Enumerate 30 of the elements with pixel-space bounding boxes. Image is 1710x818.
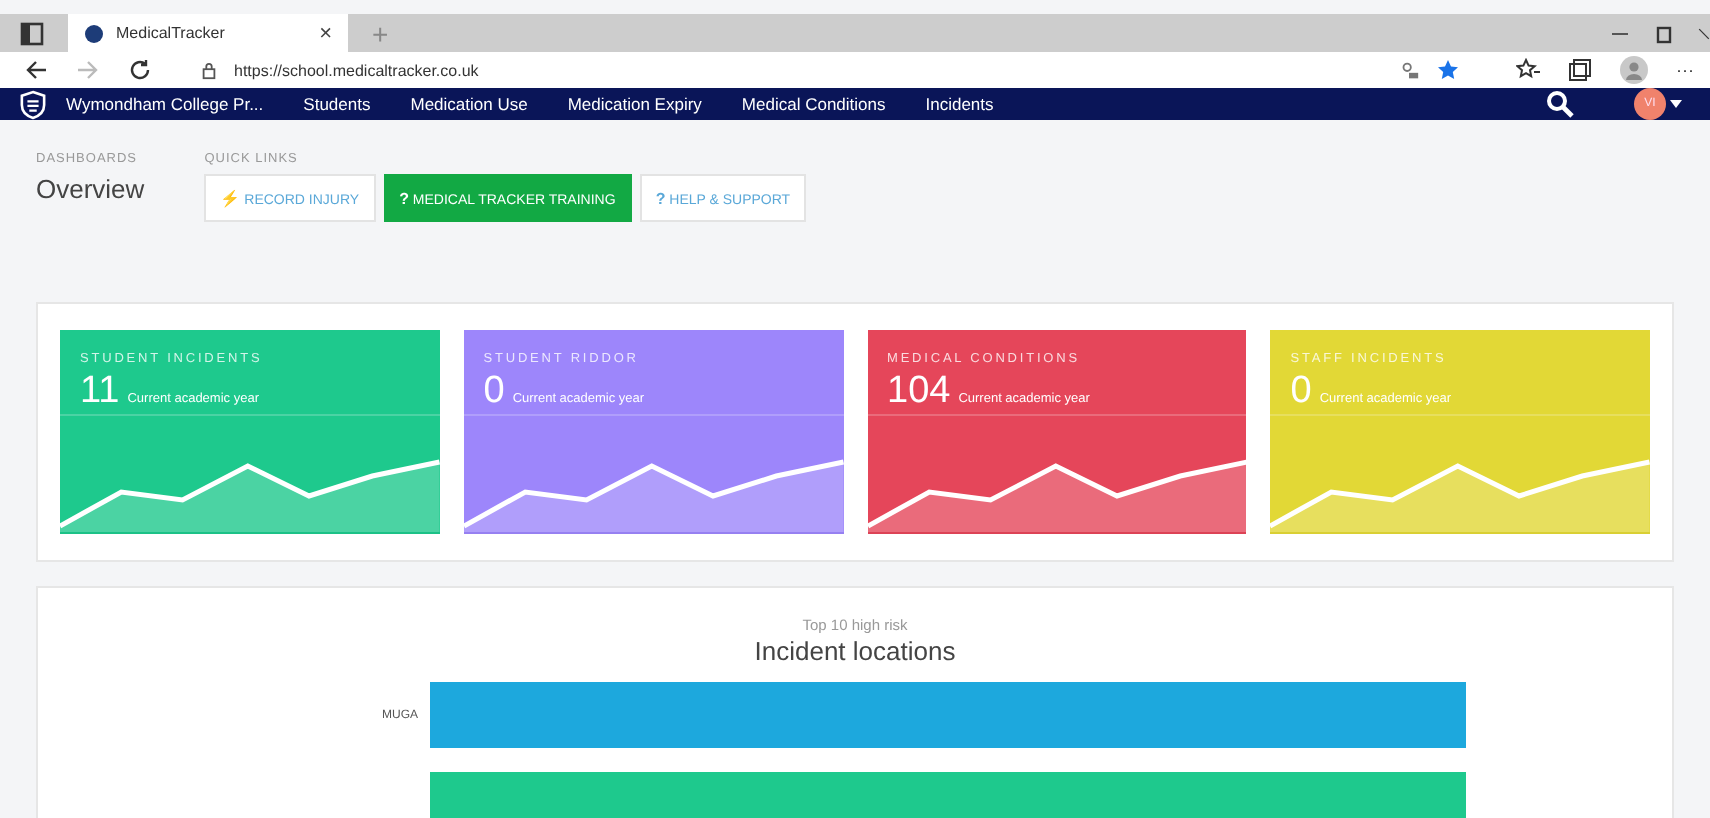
nav-link[interactable]: Students (303, 94, 371, 114)
caret-icon[interactable] (1670, 100, 1682, 108)
nav-link[interactable]: Incidents (925, 94, 994, 114)
star-icon[interactable] (1436, 58, 1460, 82)
tab-title: MedicalTracker (116, 24, 227, 42)
card-value: 0 (1290, 370, 1312, 414)
site-icon (84, 23, 104, 43)
url-text: https://school.medicaltracker.co.uk (234, 61, 479, 79)
browser-tab[interactable]: MedicalTracker × (68, 14, 348, 52)
collections-icon[interactable] (1568, 58, 1592, 82)
refresh-icon[interactable] (128, 58, 152, 82)
back-icon[interactable] (24, 58, 48, 82)
profile-icon[interactable] (1620, 56, 1648, 84)
close-icon[interactable] (1698, 23, 1710, 43)
school-name[interactable]: Wymondham College Pr... (66, 94, 264, 114)
more-button[interactable]: ··· (1676, 60, 1694, 80)
card-value: 0 (483, 370, 505, 414)
close-tab-button[interactable]: × (319, 21, 332, 45)
lock-icon (200, 61, 218, 79)
restore-icon[interactable] (1654, 23, 1674, 43)
tab-actions-icon[interactable] (20, 21, 44, 45)
nav-link[interactable]: Medication Expiry (567, 94, 702, 114)
search-icon[interactable] (1546, 90, 1574, 118)
chart-title: Incident locations (754, 636, 956, 666)
card-value: 104 (887, 370, 951, 414)
nav-link[interactable]: Medical Conditions (741, 94, 886, 114)
nav-link[interactable]: Medication Use (410, 94, 528, 114)
card-value: 11 (80, 370, 120, 414)
page-title: Overview (36, 174, 145, 204)
favorites-icon[interactable] (1516, 58, 1540, 82)
